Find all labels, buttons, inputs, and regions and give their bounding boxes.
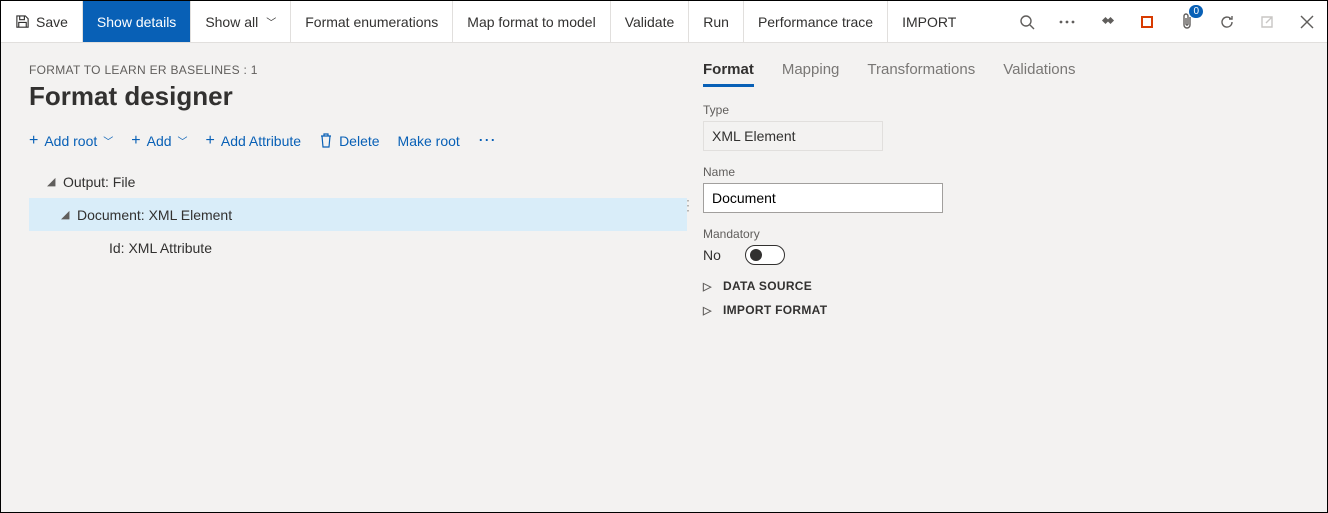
format-enumerations-label: Format enumerations	[305, 14, 438, 30]
show-details-button[interactable]: Show details	[83, 1, 191, 42]
plus-icon: +	[131, 133, 140, 149]
plus-icon: +	[29, 133, 38, 149]
tree-node-document[interactable]: ◢ Document: XML Element	[29, 198, 687, 231]
attachment-icon[interactable]: 0	[1167, 1, 1207, 42]
office-icon[interactable]	[1127, 1, 1167, 42]
import-label: IMPORT	[902, 14, 956, 30]
format-enumerations-button[interactable]: Format enumerations	[291, 1, 453, 42]
add-root-label: Add root	[44, 133, 97, 149]
toggle-knob	[750, 249, 762, 261]
detail-tabs: Format Mapping Transformations Validatio…	[703, 61, 1299, 87]
delete-button[interactable]: Delete	[319, 133, 379, 149]
make-root-button[interactable]: Make root	[398, 133, 460, 149]
add-root-button[interactable]: + Add root ﹀	[29, 133, 113, 149]
mandatory-row: No	[703, 245, 1299, 265]
expander-label: IMPORT FORMAT	[723, 303, 827, 317]
expander-data-source[interactable]: ▷ DATA SOURCE	[703, 279, 1299, 293]
more-actions-icon[interactable]: ⋯	[478, 130, 498, 151]
validate-label: Validate	[625, 14, 675, 30]
format-tree: ◢ Output: File ◢ Document: XML Element I…	[29, 165, 687, 264]
map-format-button[interactable]: Map format to model	[453, 1, 610, 42]
run-button[interactable]: Run	[689, 1, 744, 42]
tree-node-id[interactable]: Id: XML Attribute	[29, 231, 687, 264]
attachment-badge: 0	[1189, 5, 1203, 18]
breadcrumb: FORMAT TO LEARN ER BASELINES : 1	[29, 63, 687, 77]
drag-handle-icon[interactable]: ⋮	[681, 197, 694, 214]
show-all-button[interactable]: Show all ﹀	[191, 1, 291, 42]
search-icon[interactable]	[1007, 1, 1047, 42]
expander-label: DATA SOURCE	[723, 279, 812, 293]
run-label: Run	[703, 14, 729, 30]
diamond-icon[interactable]	[1087, 1, 1127, 42]
tab-format[interactable]: Format	[703, 61, 754, 87]
mandatory-toggle[interactable]	[745, 245, 785, 265]
performance-trace-button[interactable]: Performance trace	[744, 1, 888, 42]
expander-import-format[interactable]: ▷ IMPORT FORMAT	[703, 303, 1299, 317]
refresh-icon[interactable]	[1207, 1, 1247, 42]
chevron-down-icon: ﹀	[266, 14, 276, 29]
show-details-label: Show details	[97, 14, 176, 30]
chevron-down-icon: ﹀	[103, 133, 113, 148]
action-row: + Add root ﹀ + Add ﹀ + Add Attribute	[29, 130, 687, 151]
add-button[interactable]: + Add ﹀	[131, 133, 187, 149]
toolbar-spacer	[970, 1, 1007, 42]
right-pane: Format Mapping Transformations Validatio…	[687, 43, 1327, 512]
content: FORMAT TO LEARN ER BASELINES : 1 Format …	[1, 43, 1327, 512]
save-button[interactable]: Save	[1, 1, 83, 42]
show-all-label: Show all	[205, 14, 258, 30]
tab-transformations[interactable]: Transformations	[867, 61, 975, 87]
chevron-right-icon: ▷	[703, 280, 715, 293]
import-button[interactable]: IMPORT	[888, 1, 970, 42]
collapse-icon: ◢	[47, 175, 63, 188]
name-label: Name	[703, 165, 1299, 179]
type-value: XML Element	[703, 121, 883, 151]
mandatory-value: No	[703, 247, 721, 263]
type-label: Type	[703, 103, 1299, 117]
tree-node-label: Id: XML Attribute	[109, 240, 212, 256]
close-icon[interactable]	[1287, 1, 1327, 42]
app-window: Save Show details Show all ﹀ Format enum…	[0, 0, 1328, 513]
open-new-icon[interactable]	[1247, 1, 1287, 42]
name-field: Name	[703, 165, 1299, 213]
mandatory-field: Mandatory No	[703, 227, 1299, 265]
make-root-label: Make root	[398, 133, 460, 149]
performance-trace-label: Performance trace	[758, 14, 873, 30]
save-icon	[15, 14, 30, 29]
delete-label: Delete	[339, 133, 379, 149]
validate-button[interactable]: Validate	[611, 1, 690, 42]
map-format-label: Map format to model	[467, 14, 595, 30]
tree-node-label: Document: XML Element	[77, 207, 232, 223]
tab-validations[interactable]: Validations	[1003, 61, 1075, 87]
tab-mapping[interactable]: Mapping	[782, 61, 840, 87]
tree-node-label: Output: File	[63, 174, 135, 190]
type-field: Type XML Element	[703, 103, 1299, 151]
tree-node-output[interactable]: ◢ Output: File	[29, 165, 687, 198]
chevron-right-icon: ▷	[703, 304, 715, 317]
plus-icon: +	[206, 133, 215, 149]
more-icon[interactable]	[1047, 1, 1087, 42]
name-input[interactable]	[703, 183, 943, 213]
add-attribute-button[interactable]: + Add Attribute	[206, 133, 302, 149]
save-label: Save	[36, 14, 68, 30]
add-label: Add	[147, 133, 172, 149]
toolbar: Save Show details Show all ﹀ Format enum…	[1, 1, 1327, 43]
mandatory-label: Mandatory	[703, 227, 1299, 241]
left-pane: FORMAT TO LEARN ER BASELINES : 1 Format …	[1, 43, 687, 512]
page-title: Format designer	[29, 81, 687, 112]
chevron-down-icon: ﹀	[178, 133, 188, 148]
trash-icon	[319, 133, 333, 148]
add-attribute-label: Add Attribute	[221, 133, 301, 149]
collapse-icon: ◢	[61, 208, 77, 221]
